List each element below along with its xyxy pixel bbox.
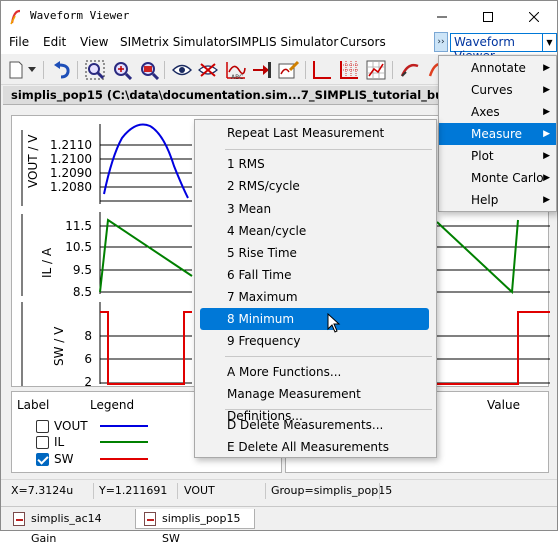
menu-edit[interactable]: Edit [43, 35, 66, 49]
waveform-viewer-menu: Annotate ▶ Curves ▶ Axes ▶ Measure ▶ Plot ▶ M… [438, 55, 557, 212]
il-tick: 8.5 [72, 285, 92, 299]
menu-simplis-simulator[interactable]: SIMPLIS Simulator [230, 35, 338, 49]
window-title: Waveform Viewer [30, 9, 130, 22]
sw-tick: 6 [84, 352, 92, 366]
status-curve: VOUT [184, 484, 215, 497]
zoom-out-icon[interactable] [138, 59, 160, 81]
il-tick: 10.5 [65, 240, 92, 254]
legend-name: VOUT [54, 419, 88, 433]
legend-swatch [100, 425, 148, 427]
repeat-last-measurement[interactable]: Repeat Last Measurement [195, 122, 436, 144]
vout-tick: 1.2110 [50, 138, 92, 152]
probe-icon[interactable] [399, 59, 421, 81]
delete-measurements[interactable]: D Delete Measurements... [195, 414, 436, 436]
chevron-down-icon[interactable]: ▼ [542, 34, 556, 51]
measure-submenu: Repeat Last Measurement 1 RMS 2 RMS/cycl… [194, 119, 437, 458]
new-document-icon[interactable] [5, 59, 27, 81]
delete-all-measurements[interactable]: E Delete All Measurements [195, 436, 436, 458]
measure-maximum[interactable]: 7 Maximum [195, 286, 436, 308]
waveform-viewer-window: Waveform Viewer File Edit View SIMetrix … [0, 0, 558, 545]
status-bar: X=7.3124u Y=1.211691 VOUT Group=simplis_… [1, 479, 557, 501]
hide-curve-icon[interactable] [197, 59, 219, 81]
vout-checkbox[interactable] [36, 420, 49, 433]
legend-swatch [100, 458, 148, 460]
graph-tabs: simplis_ac14 Gain simplis_pop15 SW [1, 506, 557, 545]
measure-minimum[interactable]: 8 Minimum [200, 308, 429, 330]
menu-monte-carlo[interactable]: Monte Carlo ▶ [439, 167, 556, 189]
value-header: Value [487, 398, 520, 412]
grid-icon[interactable] [338, 59, 360, 81]
close-button[interactable] [511, 1, 557, 32]
axis-icon[interactable] [311, 59, 333, 81]
status-x: X=7.3124u [11, 484, 74, 497]
sw-curve-right [437, 311, 550, 385]
status-y: Y=1.211691 [99, 484, 168, 497]
dropdown-icon[interactable] [25, 59, 39, 81]
measure-rms[interactable]: 1 RMS [195, 153, 436, 175]
menu-overflow-button[interactable]: ›› [434, 32, 448, 52]
add-curve-icon[interactable]: ABC [225, 59, 247, 81]
sw-tick: 2 [84, 375, 92, 389]
maximize-button[interactable] [465, 1, 511, 32]
status-group: Group=simplis_pop15 [271, 484, 393, 497]
svg-text:ABC: ABC [231, 74, 243, 80]
title-bar: Waveform Viewer [1, 1, 557, 32]
viewer-combo[interactable]: Waveform Viewer ▼ [450, 33, 557, 63]
sw-tick: 8 [84, 329, 92, 343]
menu-cursors[interactable]: Cursors [340, 35, 386, 49]
app-icon [10, 9, 21, 25]
il-tick: 9.5 [72, 263, 92, 277]
vout-tick: 1.2080 [50, 180, 92, 194]
legend-name: SW [54, 452, 74, 466]
undo-icon[interactable] [51, 59, 73, 81]
tab-simplis-pop15-sw[interactable]: simplis_pop15 SW [135, 509, 255, 545]
il-curve-left [99, 218, 193, 293]
menu-view[interactable]: View [80, 35, 108, 49]
mouse-cursor-icon [327, 313, 341, 333]
menu-file[interactable]: File [9, 35, 29, 49]
graph-sheet-icon [144, 512, 156, 526]
legend-col-legend: Legend [90, 398, 135, 412]
sw-checkbox[interactable] [36, 453, 49, 466]
menu-measure[interactable]: Measure ▶ [439, 123, 556, 145]
vout-tick: 1.2090 [50, 166, 92, 180]
measure-frequency[interactable]: 9 Frequency [195, 330, 436, 352]
tab-label: simplis_ac14 Gain [31, 512, 102, 545]
menu-curves[interactable]: Curves ▶ [439, 79, 556, 101]
rename-curve-icon[interactable] [278, 59, 300, 81]
vout-tick: 1.2100 [50, 152, 92, 166]
graph-tab-title: simplis_pop15 (C:\data\documentation.sim… [11, 88, 441, 102]
minimize-button[interactable] [419, 1, 465, 32]
menu-axes[interactable]: Axes ▶ [439, 101, 556, 123]
eye-icon[interactable] [171, 59, 193, 81]
il-tick: 11.5 [65, 219, 92, 233]
legend-swatch [100, 441, 148, 443]
menu-simetrix-simulator[interactable]: SIMetrix Simulator [120, 35, 231, 49]
menu-help[interactable]: Help ▶ [439, 189, 556, 211]
zoom-fit-icon[interactable] [84, 59, 106, 81]
close-icon [529, 11, 539, 22]
measure-mean[interactable]: 3 Mean [195, 198, 436, 220]
graph-sheet-icon [13, 512, 25, 526]
zoom-in-icon[interactable] [111, 59, 133, 81]
measure-fall-time[interactable]: 6 Fall Time [195, 264, 436, 286]
menu-plot[interactable]: Plot ▶ [439, 145, 556, 167]
tab-label: simplis_pop15 SW [162, 512, 241, 545]
legend-col-label: Label [17, 398, 50, 412]
il-checkbox[interactable] [36, 436, 49, 449]
manage-measurement-definitions[interactable]: Manage Measurement Definitions... [195, 383, 436, 423]
grid-chart-icon[interactable] [365, 59, 387, 81]
measure-rms-cycle[interactable]: 2 RMS/cycle [195, 175, 436, 197]
tab-simplis-ac14-gain[interactable]: simplis_ac14 Gain [5, 509, 123, 545]
sw-curve-left [100, 311, 192, 385]
menu-annotate[interactable]: Annotate ▶ [439, 57, 556, 79]
maximize-icon [483, 11, 493, 22]
measure-rise-time[interactable]: 5 Rise Time [195, 242, 436, 264]
minimize-icon [437, 16, 447, 17]
il-curve-right [436, 219, 519, 295]
measure-mean-cycle[interactable]: 4 Mean/cycle [195, 220, 436, 242]
move-curve-icon[interactable] [251, 59, 273, 81]
legend-name: IL [54, 435, 65, 449]
more-functions[interactable]: A More Functions... [195, 361, 436, 383]
